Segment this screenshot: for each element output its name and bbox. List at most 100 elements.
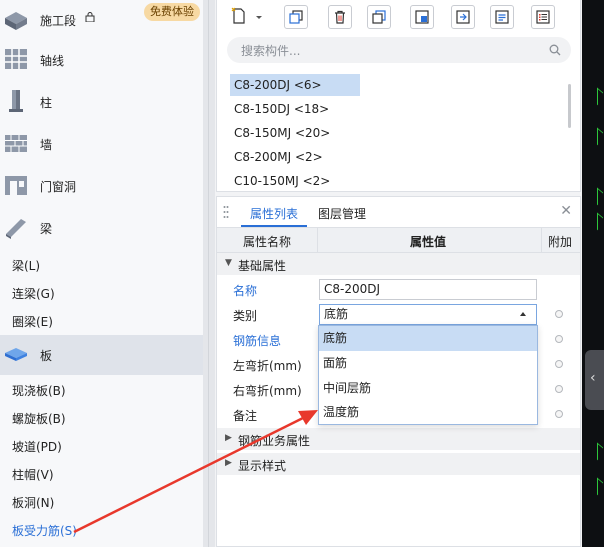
free-trial-badge[interactable]: 免费体验: [144, 3, 200, 21]
canvas-mark: [597, 87, 603, 110]
nav-sub-coupling-beam[interactable]: 连梁(G): [12, 285, 55, 302]
property-key: 类别: [233, 309, 258, 323]
dropdown-option[interactable]: 面筋: [319, 351, 537, 376]
collapse-panel-tab[interactable]: [585, 350, 604, 410]
properties-tabs: 属性列表 图层管理 ✕: [217, 197, 580, 228]
nav-item-label: 施工段: [40, 13, 77, 28]
group-rebar-business[interactable]: ▶ 钢筋业务属性: [217, 428, 580, 450]
nav-sub-spiral-slab[interactable]: 螺旋板(B): [12, 410, 66, 427]
nav-item-label: 板: [40, 348, 53, 363]
nav-item-label: 梁: [40, 221, 53, 236]
stage-icon: [5, 12, 27, 30]
slab-icon: [5, 348, 27, 361]
nav-item-column[interactable]: 柱: [0, 82, 203, 122]
canvas-mark: [597, 187, 603, 210]
expand-triangle-icon: ▶: [225, 458, 232, 468]
door-window-icon: [5, 176, 27, 195]
nav-sub-ring-beam[interactable]: 圈梁(E): [12, 313, 53, 330]
drag-handle-icon[interactable]: [223, 205, 229, 219]
expand-triangle-icon: ▶: [225, 433, 232, 443]
nav-item-label: 轴线: [40, 53, 65, 68]
axis-grid-icon: [5, 49, 27, 69]
column-divider[interactable]: [541, 228, 542, 252]
nav-sub-cast-slab[interactable]: 现浇板(B): [12, 382, 66, 399]
wall-icon: [5, 135, 27, 152]
nav-item-label: 门窗洞: [40, 179, 77, 194]
property-key[interactable]: 名称: [233, 282, 257, 299]
component-item[interactable]: C8-200DJ <6>: [230, 74, 360, 96]
property-table-header: 属性名称 属性值 附加: [217, 228, 580, 253]
property-row-category: 类别 底筋: [217, 302, 580, 327]
search-icon[interactable]: [549, 44, 561, 56]
dropdown-option[interactable]: 底筋: [319, 326, 537, 351]
property-key: 左弯折(mm): [233, 359, 302, 373]
list-view-button[interactable]: [531, 5, 555, 29]
component-item[interactable]: C10-150MJ <2>: [230, 170, 334, 192]
attach-checkbox[interactable]: [555, 360, 563, 368]
duplicate-layer-button[interactable]: [367, 5, 391, 29]
component-list-panel: C8-200DJ <6> C8-150DJ <18> C8-150MJ <20>…: [216, 0, 581, 192]
header-property-value: 属性值: [410, 235, 447, 249]
floor-paste-icon: [456, 10, 470, 24]
collapse-triangle-icon: ▼: [225, 258, 232, 268]
nav-sub-column-cap[interactable]: 柱帽(V): [12, 466, 54, 483]
column-divider[interactable]: [317, 228, 318, 252]
search-input[interactable]: [239, 41, 543, 61]
property-key[interactable]: 钢筋信息: [233, 332, 281, 349]
canvas-mark: [597, 212, 603, 235]
attach-checkbox[interactable]: [555, 410, 563, 418]
nav-item-door-window[interactable]: 门窗洞: [0, 166, 203, 206]
attach-checkbox[interactable]: [555, 335, 563, 343]
group-display-style[interactable]: ▶ 显示样式: [217, 453, 580, 475]
canvas-mark: [597, 442, 603, 465]
dropdown-option[interactable]: 中间层筋: [319, 376, 537, 401]
close-icon[interactable]: ✕: [560, 203, 572, 219]
nav-item-slab[interactable]: 板: [0, 335, 203, 375]
nav-item-label: 柱: [40, 95, 53, 110]
group-label: 基础属性: [238, 259, 287, 273]
floor-paste-button[interactable]: [451, 5, 475, 29]
chevron-down-icon[interactable]: [255, 15, 263, 21]
copy-icon: [289, 10, 303, 24]
attach-checkbox[interactable]: [555, 310, 563, 318]
new-component-button[interactable]: [229, 6, 269, 28]
name-value-field[interactable]: C8-200DJ: [319, 279, 537, 300]
tab-property-list[interactable]: 属性列表: [250, 205, 298, 222]
dropdown-option[interactable]: 温度筋: [319, 400, 537, 425]
nav-item-beam[interactable]: 梁: [0, 208, 203, 248]
category-selected-value: 底筋: [324, 307, 349, 321]
group-basic-properties[interactable]: ▼ 基础属性: [217, 253, 580, 275]
component-item[interactable]: C8-150DJ <18>: [230, 98, 333, 120]
column-icon: [9, 90, 23, 112]
nav-item-axis[interactable]: 轴线: [0, 40, 203, 80]
property-key: 右弯折(mm): [233, 384, 302, 398]
group-label: 显示样式: [238, 459, 287, 473]
attach-checkbox[interactable]: [555, 385, 563, 393]
nav-sub-ramp[interactable]: 坡道(PD): [12, 438, 62, 455]
delete-component-button[interactable]: [328, 5, 352, 29]
category-dropdown: 底筋 面筋 中间层筋 温度筋: [318, 325, 538, 425]
list-scrollbar[interactable]: [568, 84, 571, 128]
floor-copy-button[interactable]: [410, 5, 434, 29]
nav-sub-beam-l[interactable]: 梁(L): [12, 257, 40, 274]
nav-sub-slab-rebar[interactable]: 板受力筋(S): [12, 522, 77, 539]
nav-item-label: 墙: [40, 137, 53, 152]
property-view-button[interactable]: [490, 5, 514, 29]
component-item[interactable]: C8-150MJ <20>: [230, 122, 334, 144]
category-select[interactable]: 底筋: [319, 304, 537, 325]
nav-item-stage[interactable]: 施工段 免费体验: [0, 0, 203, 40]
copy-component-button[interactable]: [284, 5, 308, 29]
nav-item-wall[interactable]: 墙: [0, 124, 203, 164]
active-tab-indicator: [241, 225, 307, 227]
header-extra: 附加: [548, 235, 573, 249]
floor-copy-icon: [415, 10, 429, 24]
lock-icon[interactable]: [85, 12, 95, 22]
tab-layer-management[interactable]: 图层管理: [318, 205, 366, 222]
component-item[interactable]: C8-200MJ <2>: [230, 146, 327, 168]
layers-copy-icon: [372, 10, 386, 24]
drawing-canvas-edge[interactable]: [582, 0, 604, 547]
nav-sub-slab-hole[interactable]: 板洞(N): [12, 494, 54, 511]
canvas-mark: [597, 477, 603, 500]
panel-splitter[interactable]: [203, 0, 215, 547]
caret-up-icon[interactable]: [520, 312, 526, 316]
